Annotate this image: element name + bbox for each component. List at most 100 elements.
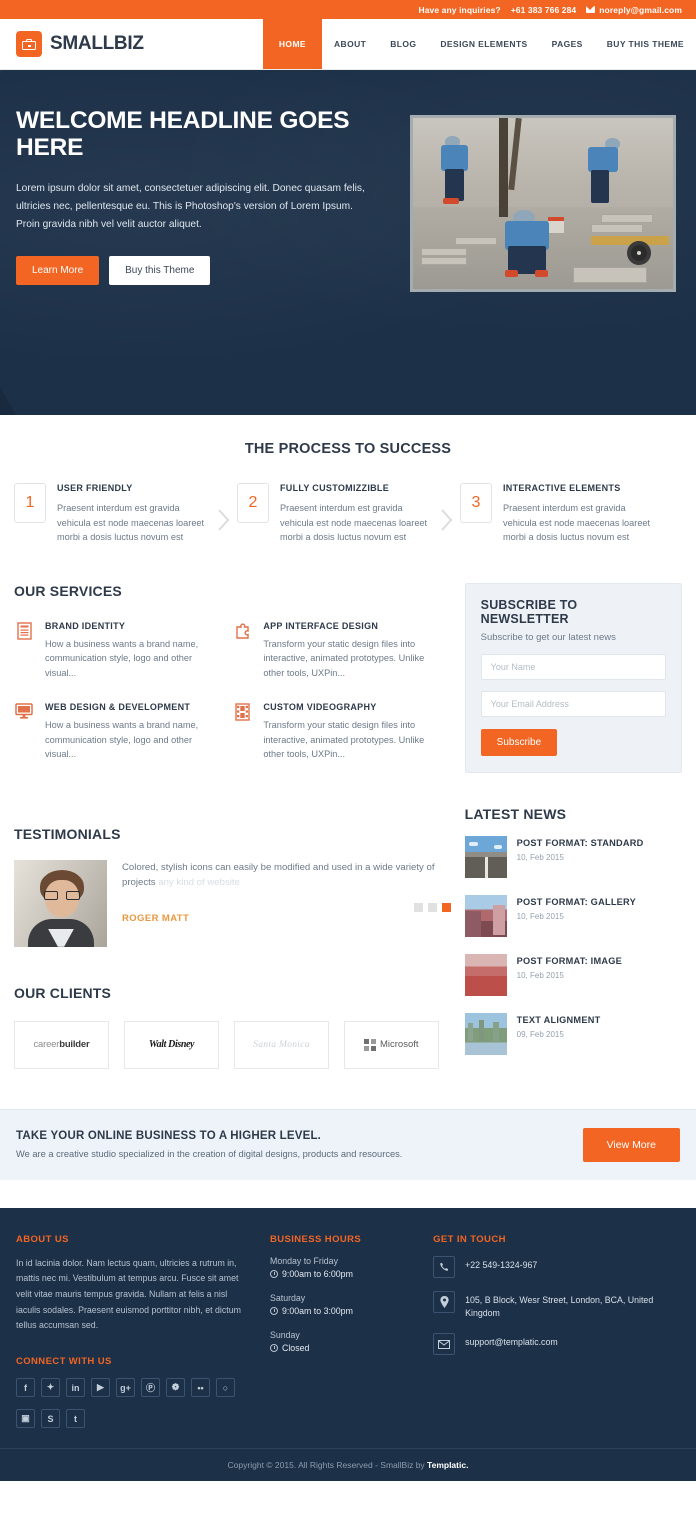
services-section: OUR SERVICES BRAND IDENTITY How a busine… xyxy=(14,569,451,784)
clock-icon xyxy=(270,1343,278,1352)
process-list: 1 USER FRIENDLY Praesent interdum est gr… xyxy=(0,483,696,545)
nav-item-buy-this-theme[interactable]: BUY THIS THEME xyxy=(595,19,696,69)
facebook-icon[interactable]: f xyxy=(16,1378,35,1398)
hours-day: Saturday xyxy=(270,1292,306,1303)
client-logo-microsoft[interactable]: Microsoft xyxy=(344,1020,439,1069)
learn-more-button[interactable]: Learn More xyxy=(16,256,100,286)
cta-subtitle: We are a creative studio specialized in … xyxy=(16,1149,403,1160)
newsletter-widget: SUBSCRIBE TO NEWSLETTER Subscribe to get… xyxy=(464,582,682,773)
clock-icon xyxy=(270,1306,278,1315)
subscribe-button[interactable]: Subscribe xyxy=(480,728,558,756)
process-item: 3 INTERACTIVE ELEMENTS Praesent interdum… xyxy=(460,483,657,545)
contact-email-row[interactable]: support@templatic.com xyxy=(433,1333,680,1356)
linkedin-icon[interactable]: in xyxy=(66,1378,85,1398)
newsletter-subtitle: Subscribe to get our latest news xyxy=(480,631,616,643)
client-logo-careerbuilder[interactable]: careerbuilder xyxy=(14,1020,109,1069)
hero-buttons: Learn More Buy this Theme xyxy=(16,256,396,286)
nav-item-blog[interactable]: BLOG xyxy=(378,19,428,69)
service-item[interactable]: CUSTOM VIDEOGRAPHY Transform your static… xyxy=(232,702,450,762)
process-section: THE PROCESS TO SUCCESS 1 USER FRIENDLY P… xyxy=(0,415,696,569)
pager-dot-3[interactable] xyxy=(441,902,451,912)
footer-hours-column: BUSINESS HOURS Monday to Friday 9:00am t… xyxy=(270,1234,433,1448)
dribbble-icon[interactable]: ❁ xyxy=(166,1378,185,1398)
logo-text: SMALLBIZ xyxy=(50,33,144,54)
process-item-text: Praesent interdum est gravida vehicula e… xyxy=(503,503,651,543)
twitter-icon[interactable]: ✦ xyxy=(41,1378,60,1398)
chevron-right-icon xyxy=(211,509,237,531)
email-link[interactable]: noreply@gmail.com xyxy=(586,5,682,15)
pager-dot-2[interactable] xyxy=(427,902,437,912)
service-item[interactable]: WEB DESIGN & DEVELOPMENT How a business … xyxy=(14,702,232,762)
news-thumbnail xyxy=(464,894,507,937)
news-thumbnail xyxy=(464,953,507,996)
hours-time-wrap: 9:00am to 3:00pm xyxy=(270,1306,419,1316)
testimonial-quote: Colored, stylish icons can easily be mod… xyxy=(122,860,451,891)
envelope-icon xyxy=(433,1333,456,1356)
clients-title: OUR CLIENTS xyxy=(14,984,112,1001)
envelope-icon xyxy=(586,6,596,13)
newsletter-name-input[interactable] xyxy=(480,653,666,680)
news-item-date: 10, Feb 2015 xyxy=(516,970,564,980)
copyright-brand[interactable]: Templatic. xyxy=(427,1460,468,1470)
clients-section: OUR CLIENTS careerbuilder Walt Disney Sa… xyxy=(14,985,451,1109)
newsletter-email-input[interactable] xyxy=(480,690,666,717)
main-content: OUR SERVICES BRAND IDENTITY How a busine… xyxy=(0,569,696,1109)
newsletter-title: SUBSCRIBE TO NEWSLETTER xyxy=(480,597,578,626)
site-footer: ABOUT US In id lacinia dolor. Nam lectus… xyxy=(0,1207,696,1449)
process-item-title: USER FRIENDLY xyxy=(57,483,133,493)
list-item[interactable]: POST FORMAT: IMAGE 10, Feb 2015 xyxy=(464,953,682,996)
news-list: POST FORMAT: STANDARD 10, Feb 2015 POST … xyxy=(464,835,682,1055)
contact-phone-row[interactable]: +22 549-1324-967 xyxy=(433,1255,680,1278)
phone-link[interactable]: +61 383 766 284 xyxy=(511,5,577,15)
microsoft-squares-icon xyxy=(364,1039,376,1051)
nav-item-about[interactable]: ABOUT xyxy=(322,19,378,69)
hero-section: WELCOME HEADLINE GOES HERE Lorem ipsum d… xyxy=(0,70,696,415)
hours-day: Monday to Friday xyxy=(270,1255,338,1266)
chevron-right-icon xyxy=(434,509,460,531)
service-text: Transform your static design files into … xyxy=(263,638,425,678)
list-item[interactable]: TEXT ALIGNMENT 09, Feb 2015 xyxy=(464,1012,682,1055)
hours-row: Saturday 9:00am to 3:00pm xyxy=(270,1293,419,1316)
nav-item-design-elements[interactable]: DESIGN ELEMENTS xyxy=(428,19,539,69)
latest-news-title: LATEST NEWS xyxy=(464,805,567,822)
document-icon xyxy=(14,621,34,681)
tumblr-icon[interactable]: t xyxy=(66,1409,85,1429)
client-name-bold: builder xyxy=(59,1039,90,1051)
testimonial-pager xyxy=(413,902,451,912)
view-more-button[interactable]: View More xyxy=(582,1127,680,1162)
clock-icon xyxy=(270,1269,278,1278)
contact-address-row[interactable]: 105, B Block, Wesr Street, London, BCA, … xyxy=(433,1290,680,1320)
service-item[interactable]: APP INTERFACE DESIGN Transform your stat… xyxy=(232,621,450,681)
process-number: 2 xyxy=(237,483,269,523)
client-name: Microsoft xyxy=(379,1039,419,1051)
pinterest-icon[interactable]: Ⓟ xyxy=(141,1378,160,1398)
list-item[interactable]: POST FORMAT: GALLERY 10, Feb 2015 xyxy=(464,894,682,937)
instagram-icon[interactable]: ▣ xyxy=(16,1409,35,1429)
nav-item-pages[interactable]: PAGES xyxy=(540,19,595,69)
client-name: Santa Monica xyxy=(253,1039,310,1050)
service-item[interactable]: BRAND IDENTITY How a business wants a br… xyxy=(14,621,232,681)
news-item-title: POST FORMAT: GALLERY xyxy=(516,896,636,907)
monitor-icon xyxy=(14,702,34,762)
services-grid: BRAND IDENTITY How a business wants a br… xyxy=(14,621,451,784)
left-column: OUR SERVICES BRAND IDENTITY How a busine… xyxy=(14,569,451,1109)
contact-email: support@templatic.com xyxy=(465,1337,558,1348)
list-item[interactable]: POST FORMAT: STANDARD 10, Feb 2015 xyxy=(464,835,682,878)
google-plus-icon[interactable]: g+ xyxy=(116,1378,135,1398)
logo[interactable]: SMALLBIZ xyxy=(0,19,263,69)
client-logo-santamonica[interactable]: Santa Monica xyxy=(234,1020,329,1069)
buy-this-theme-button[interactable]: Buy this Theme xyxy=(109,256,211,286)
process-item: 1 USER FRIENDLY Praesent interdum est gr… xyxy=(14,483,211,545)
github-icon[interactable]: ○ xyxy=(216,1378,235,1398)
pager-dot-1[interactable] xyxy=(413,902,423,912)
skype-icon[interactable]: S xyxy=(41,1409,60,1429)
footer-contact-column: GET IN TOUCH +22 549-1324-967 105, B Blo… xyxy=(433,1234,680,1448)
nav-item-home[interactable]: HOME xyxy=(262,19,322,69)
location-pin-icon xyxy=(433,1290,456,1313)
youtube-icon[interactable]: ▶ xyxy=(91,1378,110,1398)
hours-time: Closed xyxy=(282,1342,310,1353)
footer-connect-title: CONNECT WITH US xyxy=(16,1356,112,1368)
service-title: CUSTOM VIDEOGRAPHY xyxy=(263,702,377,713)
flickr-icon[interactable]: •• xyxy=(191,1378,210,1398)
client-logo-disney[interactable]: Walt Disney xyxy=(124,1020,219,1069)
